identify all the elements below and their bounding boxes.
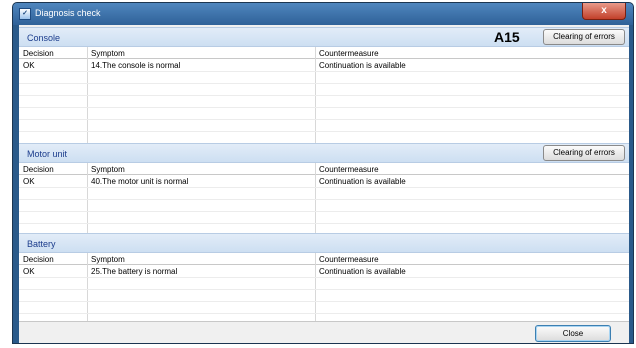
table-header: Decision Symptom Countermeasure: [19, 253, 629, 265]
row-divider: [19, 211, 629, 212]
table-header: Decision Symptom Countermeasure: [19, 163, 629, 175]
row-divider: [19, 83, 629, 84]
row-divider: [19, 301, 629, 302]
section-title-console: Console: [27, 33, 61, 43]
code-label: A15: [494, 29, 520, 45]
row-divider: [19, 223, 629, 224]
table-header: Decision Symptom Countermeasure: [19, 47, 629, 59]
row-divider: [19, 119, 629, 120]
row-symptom: 14.The console is normal: [91, 61, 181, 70]
col-countermeasure-header: Countermeasure: [319, 165, 379, 174]
row-divider: [19, 289, 629, 290]
section-title-motor-unit: Motor unit: [27, 149, 68, 159]
section-header-console: Console A15 Clearing of errors: [19, 27, 629, 47]
table-motor-unit: Decision Symptom Countermeasure OK 40.Th…: [19, 163, 629, 233]
section-header-motor-unit: Motor unit Clearing of errors: [19, 143, 629, 163]
row-divider: [19, 313, 629, 314]
col-symptom-header: Symptom: [91, 165, 125, 174]
column-divider: [315, 253, 316, 321]
row-divider: [19, 131, 629, 132]
col-decision-header: Decision: [23, 165, 54, 174]
row-symptom: 25.The battery is normal: [91, 267, 178, 276]
dialog-client-area: Console A15 Clearing of errors Decision …: [19, 25, 629, 343]
window-title: Diagnosis check: [35, 8, 101, 18]
row-symptom: 40.The motor unit is normal: [91, 177, 189, 186]
col-symptom-header: Symptom: [91, 49, 125, 58]
clear-errors-console-button[interactable]: Clearing of errors: [543, 29, 625, 45]
diagnosis-window: ✓ Diagnosis check x Console A15 Clearing…: [12, 2, 634, 344]
title-bar[interactable]: ✓ Diagnosis check x: [13, 3, 633, 25]
row-decision: OK: [23, 61, 35, 70]
section-header-battery: Battery: [19, 233, 629, 253]
column-divider: [87, 253, 88, 321]
section-title-battery: Battery: [27, 239, 56, 249]
col-decision-header: Decision: [23, 49, 54, 58]
row-divider: [19, 199, 629, 200]
row-divider: [19, 71, 629, 72]
col-countermeasure-header: Countermeasure: [319, 255, 379, 264]
row-divider: [19, 277, 629, 278]
dialog-footer: Close: [19, 321, 629, 343]
row-divider: [19, 107, 629, 108]
row-countermeasure: Continuation is available: [319, 177, 406, 186]
clear-errors-motor-unit-button[interactable]: Clearing of errors: [543, 145, 625, 161]
row-decision: OK: [23, 177, 35, 186]
table-battery: Decision Symptom Countermeasure OK 25.Th…: [19, 253, 629, 321]
col-countermeasure-header: Countermeasure: [319, 49, 379, 58]
row-divider: [19, 95, 629, 96]
close-button[interactable]: Close: [535, 325, 611, 342]
row-decision: OK: [23, 267, 35, 276]
row-countermeasure: Continuation is available: [319, 61, 406, 70]
col-symptom-header: Symptom: [91, 255, 125, 264]
row-countermeasure: Continuation is available: [319, 267, 406, 276]
app-icon: ✓: [19, 8, 31, 20]
window-close-button[interactable]: x: [582, 3, 626, 20]
col-decision-header: Decision: [23, 255, 54, 264]
row-divider: [19, 187, 629, 188]
table-console: Decision Symptom Countermeasure OK 14.Th…: [19, 47, 629, 143]
